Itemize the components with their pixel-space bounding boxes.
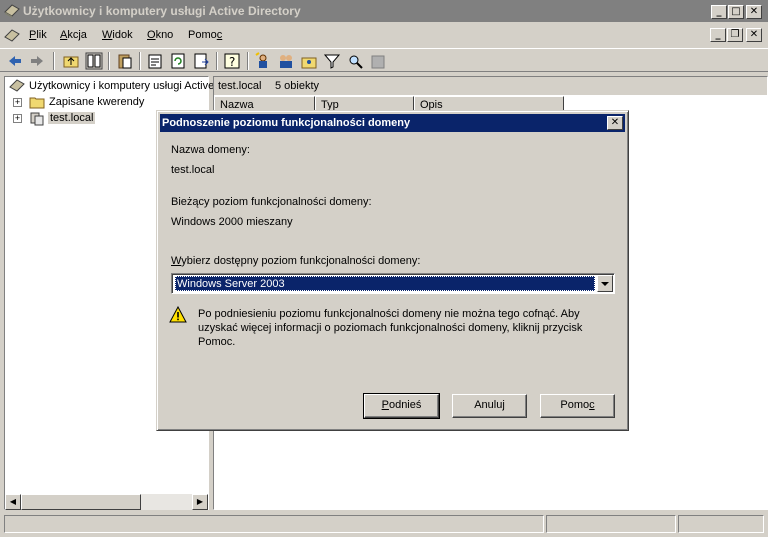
expand-icon[interactable]: +: [13, 98, 22, 107]
show-hide-tree-icon[interactable]: [85, 52, 103, 70]
chevron-down-icon: [601, 282, 609, 286]
filter-icon[interactable]: [323, 52, 341, 70]
export-list-icon[interactable]: [192, 52, 210, 70]
raise-domain-functional-level-dialog: Podnoszenie poziomu funkcjonalności dome…: [156, 110, 629, 431]
current-level-value: Windows 2000 mieszany: [171, 216, 293, 228]
scroll-right-button[interactable]: ▶: [192, 494, 208, 510]
refresh-icon[interactable]: [169, 52, 187, 70]
find-icon[interactable]: [346, 52, 364, 70]
status-bar-main: [4, 515, 544, 533]
add-to-group-icon[interactable]: [369, 52, 387, 70]
new-ou-icon[interactable]: [300, 52, 318, 70]
child-minimize-button[interactable]: _: [710, 28, 726, 42]
help-button[interactable]: Pomoc: [540, 394, 615, 418]
toolbar: ?: [0, 48, 768, 72]
warning-icon: [169, 306, 187, 323]
folder-icon: [29, 97, 45, 109]
functional-level-select[interactable]: Windows Server 2003: [171, 273, 615, 294]
menu-widok[interactable]: Widok: [102, 29, 133, 41]
dialog-close-button[interactable]: ✕: [607, 116, 623, 130]
dialog-title-bar[interactable]: Podnoszenie poziomu funkcjonalności dome…: [160, 114, 625, 132]
dropdown-button[interactable]: [597, 275, 613, 292]
forward-arrow-icon[interactable]: [28, 52, 46, 70]
scroll-left-button[interactable]: ◀: [5, 494, 21, 510]
domain-name-label: Nazwa domeny:: [171, 144, 250, 156]
properties-icon[interactable]: [146, 52, 164, 70]
selected-level: Windows Server 2003: [175, 276, 595, 291]
maximize-button[interactable]: □: [728, 5, 744, 19]
menu-okno[interactable]: Okno: [147, 29, 173, 41]
help-icon[interactable]: ?: [223, 52, 241, 70]
minimize-button[interactable]: _: [711, 5, 727, 19]
menu-plik[interactable]: Plik: [29, 29, 47, 41]
scroll-thumb[interactable]: [21, 494, 141, 510]
up-folder-icon[interactable]: [62, 52, 80, 70]
domain-name-value: test.local: [171, 164, 215, 176]
close-button[interactable]: ✕: [746, 5, 762, 19]
tree-horizontal-scrollbar[interactable]: ◀ ▶: [5, 494, 208, 510]
details-path: test.local: [218, 80, 262, 92]
menu-bar: Plik Akcja Widok Okno Pomoc _ ❐ ✕: [0, 23, 768, 47]
menu-pomoc[interactable]: Pomoc: [188, 29, 222, 41]
new-user-icon[interactable]: [254, 52, 272, 70]
window-title: Użytkownicy i komputery usługi Active Di…: [23, 4, 301, 18]
svg-text:?: ?: [229, 55, 235, 69]
tree-root[interactable]: Użytkownicy i komputery usługi Active Di…: [9, 78, 261, 94]
current-level-label: Bieżący poziom funkcjonalności domeny:: [171, 196, 372, 208]
cancel-button[interactable]: Anuluj: [452, 394, 527, 418]
active-directory-icon: [4, 4, 20, 18]
domain-icon: [30, 112, 44, 126]
status-bar-cell: [678, 515, 764, 533]
raise-button[interactable]: Podnieś: [363, 393, 440, 419]
child-restore-button[interactable]: ❐: [727, 28, 743, 42]
details-count: 5 obiekty: [275, 80, 320, 92]
back-arrow-icon[interactable]: [6, 52, 24, 70]
expand-icon[interactable]: +: [13, 114, 22, 123]
new-group-icon[interactable]: [277, 52, 295, 70]
select-level-label: Wybierz dostępny poziom funkcjonalności …: [171, 255, 421, 267]
tree-item-saved-queries[interactable]: + Zapisane kwerendy: [9, 94, 199, 110]
window-title-bar[interactable]: Użytkownicy i komputery usługi Active Di…: [0, 0, 768, 22]
child-close-button[interactable]: ✕: [746, 28, 762, 42]
menu-akcja[interactable]: Akcja: [60, 29, 87, 41]
paste-icon[interactable]: [116, 52, 134, 70]
warning-text: Po podniesieniu poziomu funkcjonalności …: [198, 308, 583, 348]
dialog-title: Podnoszenie poziomu funkcjonalności dome…: [162, 117, 411, 129]
status-bar-cell: [546, 515, 676, 533]
active-directory-icon: [9, 79, 25, 92]
mmc-child-icon[interactable]: [4, 28, 20, 44]
